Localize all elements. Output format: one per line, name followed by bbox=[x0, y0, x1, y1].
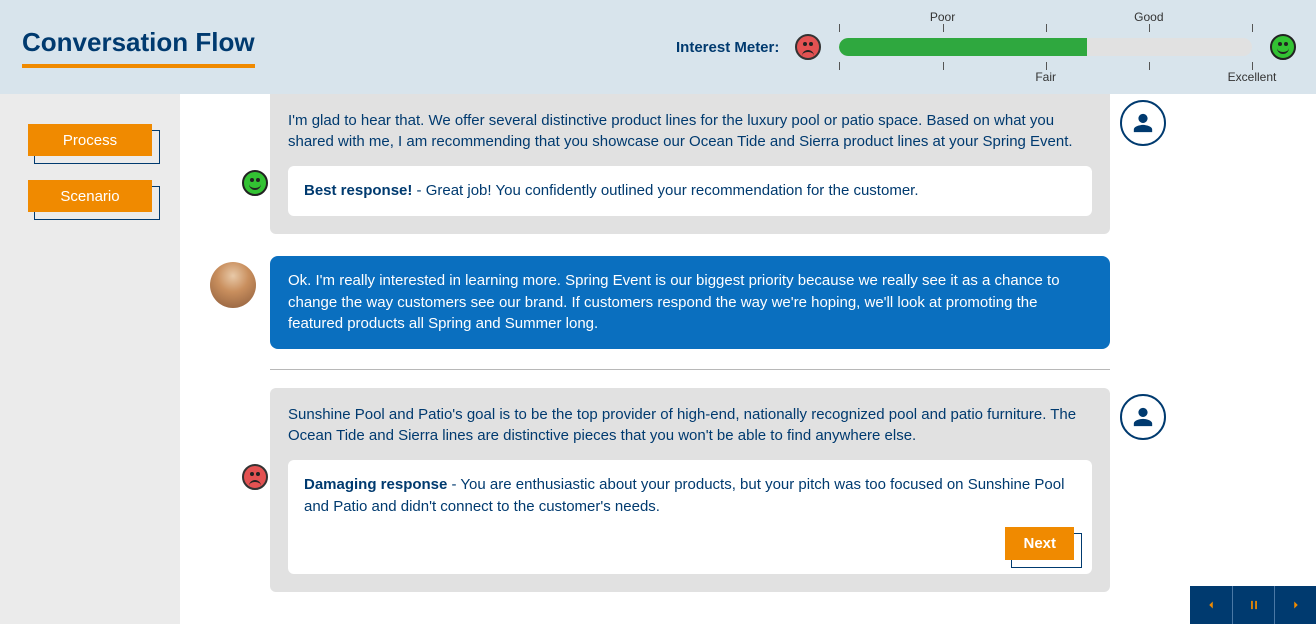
meter-label: Interest Meter: bbox=[676, 39, 779, 56]
conversation-pane: I'm glad to hear that. We offer several … bbox=[180, 94, 1316, 624]
page-title: Conversation Flow bbox=[22, 27, 255, 68]
feedback-2: Damaging response - You are enthusiastic… bbox=[288, 460, 1092, 574]
meter-fill bbox=[839, 38, 1087, 56]
prev-button[interactable] bbox=[1190, 586, 1232, 624]
frown-icon bbox=[242, 464, 268, 490]
system-text-1: I'm glad to hear that. We offer several … bbox=[288, 110, 1092, 152]
user-icon bbox=[1120, 100, 1166, 146]
interest-meter: Interest Meter: Poor Good bbox=[676, 0, 1296, 94]
user-icon bbox=[1120, 394, 1166, 440]
meter-bar: Poor Good Fair Excellent bbox=[839, 12, 1252, 82]
feedback-1-text: - Great job! You confidently outlined yo… bbox=[412, 182, 918, 199]
tick-excellent: Excellent bbox=[1228, 70, 1277, 84]
customer-bubble: Ok. I'm really interested in learning mo… bbox=[270, 256, 1110, 349]
tick-poor: Poor bbox=[930, 10, 955, 24]
pause-button[interactable] bbox=[1232, 586, 1274, 624]
next-button[interactable]: Next bbox=[1005, 527, 1074, 560]
tick-fair: Fair bbox=[1035, 70, 1056, 84]
tick-good: Good bbox=[1134, 10, 1163, 24]
feedback-1-label: Best response! bbox=[304, 182, 412, 199]
frown-icon bbox=[795, 34, 821, 60]
sidebar: Process Scenario bbox=[0, 94, 180, 624]
process-button[interactable]: Process bbox=[28, 124, 152, 156]
smile-icon bbox=[1270, 34, 1296, 60]
divider bbox=[270, 369, 1110, 370]
system-response-1: I'm glad to hear that. We offer several … bbox=[270, 94, 1110, 234]
next-slide-button[interactable] bbox=[1274, 586, 1316, 624]
header-bar: Conversation Flow Interest Meter: Poor G… bbox=[0, 0, 1316, 94]
playback-controls bbox=[1190, 586, 1316, 624]
feedback-1: Best response! - Great job! You confiden… bbox=[288, 166, 1092, 216]
system-text-2: Sunshine Pool and Patio's goal is to be … bbox=[288, 404, 1092, 446]
smile-icon bbox=[242, 170, 268, 196]
feedback-2-label: Damaging response bbox=[304, 476, 447, 493]
system-response-2: Sunshine Pool and Patio's goal is to be … bbox=[270, 388, 1110, 592]
customer-message: Ok. I'm really interested in learning mo… bbox=[210, 256, 1110, 349]
customer-avatar bbox=[210, 262, 256, 308]
scenario-button[interactable]: Scenario bbox=[28, 180, 152, 212]
